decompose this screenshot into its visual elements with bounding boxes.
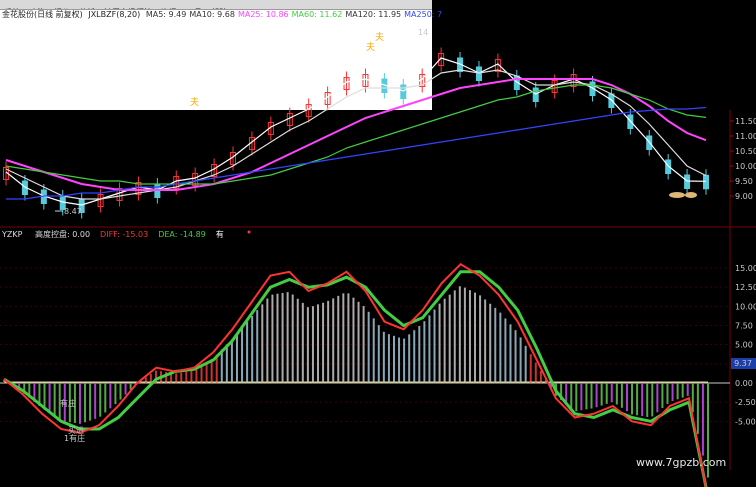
ma-line-ma25: [5, 78, 707, 191]
osc-tick-label: 10.00: [735, 302, 756, 311]
watermark: www.7gpzb.com: [636, 456, 727, 469]
ma-line-ma5: [5, 57, 707, 206]
current-value-label: 9.37: [734, 359, 752, 368]
signal-marker: [685, 192, 697, 198]
indicator-name: JXLBZF(8,20): [88, 10, 141, 19]
candle-body: [703, 174, 709, 190]
price-tick-label: 9.00: [735, 192, 753, 201]
indicator-legend-item: 有: [215, 230, 224, 239]
ma-legend-item: MA25: 10.86: [237, 10, 289, 19]
candle-body: [475, 66, 482, 81]
red-dot: [247, 230, 251, 234]
indicator-legend-item: DIFF: -15.03: [100, 230, 149, 239]
osc-tick-label: -2.50: [735, 398, 756, 407]
osc-tick-label: 12.50: [735, 283, 756, 292]
signal-marker: [669, 192, 685, 198]
dea-line: [3, 270, 708, 487]
candle-body: [684, 174, 691, 189]
ma-line-ma10: [5, 69, 707, 200]
indicator-legend-item: 高度控盘: 0.00: [34, 230, 91, 239]
candle-body: [532, 87, 539, 102]
chart-header: 金花股份(日线 前复权) JXLBZF(8,20) MA5: 9.49 MA10:…: [2, 10, 448, 20]
osc-tick-label: 0.00: [735, 379, 753, 388]
ma-legend-item: MA5: 9.49: [145, 10, 187, 19]
indicator-title: YZKP: [2, 230, 23, 239]
oscillator-lines: [3, 262, 708, 487]
indicator-legend-item: DEA: -14.89: [158, 230, 206, 239]
osc-tick-label: 15.00: [735, 264, 756, 273]
stock-title: 金花股份(日线 前复权): [2, 10, 83, 19]
price-tick-label: 10.00: [735, 162, 756, 171]
moving-average-lines: [5, 57, 707, 206]
high-price-label: 14: [418, 28, 428, 37]
signal-mark: 夫: [375, 31, 384, 43]
signal-mark: 夫: [366, 41, 375, 53]
osc-tick-label: -5.00: [735, 417, 756, 426]
zhuang-top-label: 有庄: [60, 398, 76, 408]
low-price-label: 8.47: [64, 207, 82, 216]
oscillator-axis: 15.0012.5010.007.505.002.500.00-2.50-5.0…: [735, 264, 756, 426]
price-axis: 11.50 11.00 10.50 10.00 9.50 9.00: [730, 117, 756, 201]
indicator-bar: YZKP 高度控盘: 0.00 DIFF: -15.03 DEA: -14.89 有: [2, 230, 244, 240]
ma-line-ma250: [6, 106, 707, 200]
price-tick-label: 11.50: [735, 117, 756, 126]
osc-tick-label: 7.50: [735, 322, 753, 331]
osc-tick-label: 5.00: [735, 341, 753, 350]
price-tick-label: 9.50: [735, 177, 753, 186]
ma-legend-item: MA10: 9.68: [189, 10, 235, 19]
buy-label: 买进: [68, 426, 84, 435]
ma-legend-item: MA120: 11.95: [345, 10, 402, 19]
stock-chart: 11.50 11.00 10.50 10.00 9.50 9.00 15.00 12.50 1…: [0, 28, 756, 487]
ma-legend-item: MA250: 7: [404, 10, 443, 19]
ma-legend-item: MA60: 11.62: [291, 10, 343, 19]
price-tick-label: 10.50: [735, 147, 756, 156]
signal-mark: 夫: [190, 96, 199, 108]
price-tick-label: 11.00: [735, 132, 756, 141]
diff-line: [3, 262, 707, 487]
candlesticks: [3, 47, 709, 219]
candle-body: [400, 84, 407, 99]
ma-line-ma60: [5, 84, 707, 185]
